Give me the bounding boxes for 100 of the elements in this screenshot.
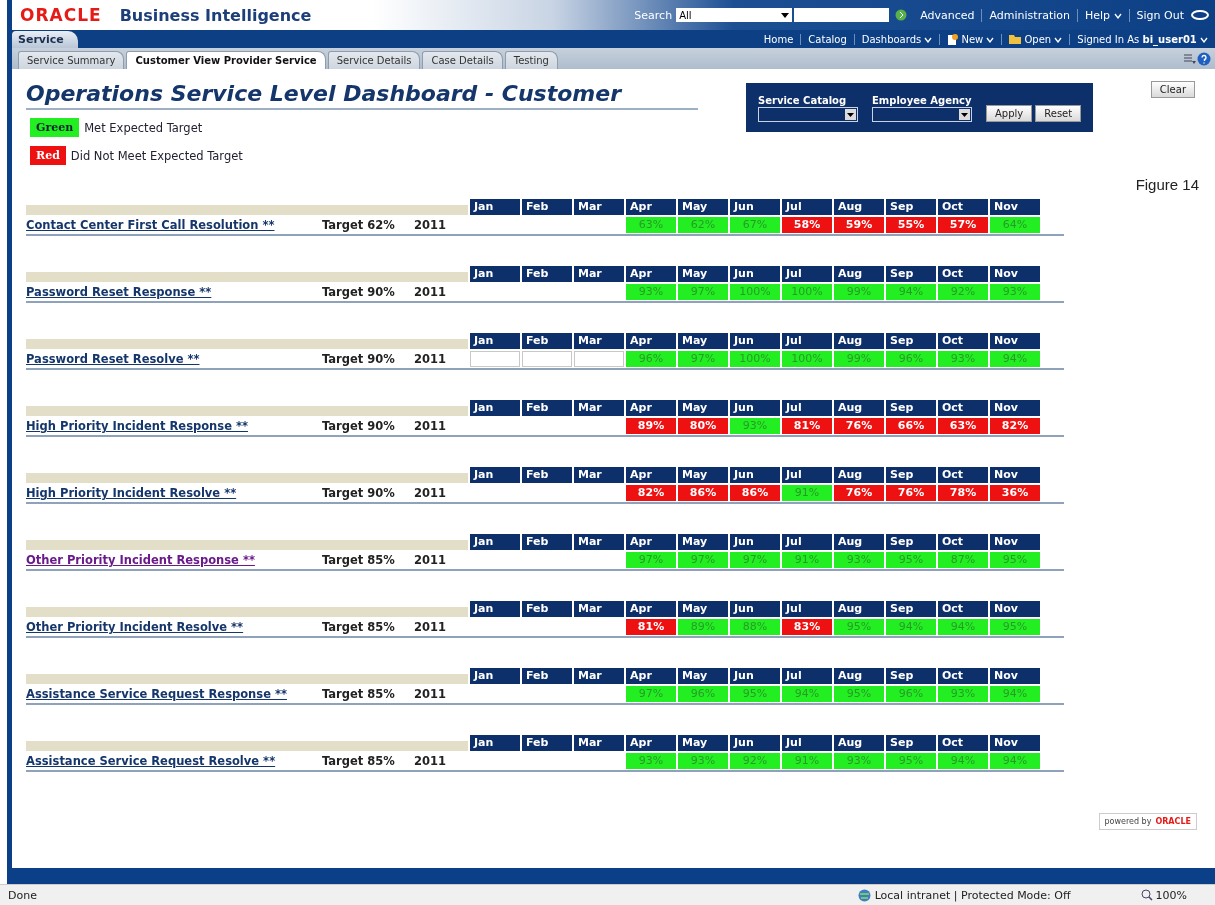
metric-link[interactable]: Contact Center First Call Resolution **	[26, 218, 322, 232]
value-cell: 94%	[886, 619, 936, 635]
month-header: Jul	[782, 266, 832, 282]
metric-link[interactable]: Password Reset Response **	[26, 285, 322, 299]
metric-link[interactable]: Assistance Service Request Resolve **	[26, 754, 322, 768]
legend-swatch: Green	[30, 118, 80, 137]
zoom-level[interactable]: 100%	[1155, 888, 1187, 902]
month-header: Sep	[886, 266, 936, 282]
year-label: 2011	[414, 553, 447, 567]
value-cell: 95%	[834, 619, 884, 635]
value-cell: 93%	[834, 753, 884, 769]
month-header: Jan	[470, 668, 520, 684]
header-link[interactable]: Help	[1077, 8, 1129, 22]
nav-link[interactable]: Dashboards	[853, 33, 940, 45]
value-cell: 66%	[886, 418, 936, 434]
header-link[interactable]: Administration	[981, 8, 1077, 22]
value-cell: 94%	[938, 619, 988, 635]
month-header: Nov	[990, 400, 1040, 416]
month-header: Jun	[730, 534, 780, 550]
month-header: Aug	[834, 534, 884, 550]
value-cell: 99%	[834, 284, 884, 300]
zoom-icon[interactable]	[1140, 889, 1153, 901]
month-header: Jun	[730, 668, 780, 684]
search-field[interactable]	[794, 8, 890, 22]
prompt-button[interactable]: Reset	[1035, 105, 1082, 122]
search-scope-select[interactable]: All	[676, 8, 793, 22]
value-cell: 82%	[990, 418, 1040, 434]
page-options-icon[interactable]	[1184, 54, 1196, 64]
metric-link[interactable]: Other Priority Incident Resolve **	[26, 620, 322, 634]
month-header: Mar	[574, 735, 624, 751]
value-cell: 82%	[626, 485, 676, 501]
metric-link[interactable]: High Priority Incident Response **	[26, 419, 322, 433]
value-cell: 95%	[886, 753, 936, 769]
clear-button[interactable]: Clear	[1150, 81, 1195, 98]
month-header: Nov	[990, 467, 1040, 483]
prompt-select[interactable]	[758, 107, 858, 122]
folder-icon	[1009, 33, 1022, 44]
page-tab[interactable]: Testing	[504, 51, 558, 69]
metric-link[interactable]: High Priority Incident Resolve **	[26, 486, 322, 500]
month-header: Jul	[782, 400, 832, 416]
year-label: 2011	[414, 754, 447, 768]
month-header: Jan	[470, 601, 520, 617]
value-cell: 95%	[990, 619, 1040, 635]
value-cell: 95%	[886, 552, 936, 568]
caret-icon	[1200, 36, 1208, 43]
year-label: 2011	[414, 486, 447, 500]
page-tab[interactable]: Case Details	[422, 51, 503, 69]
month-header: May	[678, 601, 728, 617]
metric-link[interactable]: Assistance Service Request Response **	[26, 687, 322, 701]
value-cell: 97%	[626, 552, 676, 568]
prompt-select[interactable]	[872, 107, 972, 122]
month-header: Jan	[470, 333, 520, 349]
month-header: Nov	[990, 534, 1040, 550]
header-link[interactable]: Sign Out	[1128, 8, 1191, 22]
page-tab[interactable]: Service Details	[327, 51, 421, 69]
month-header: Aug	[834, 199, 884, 215]
figure-caption: Figure 14	[1135, 176, 1199, 193]
month-header: Jul	[782, 668, 832, 684]
value-cell: 95%	[990, 552, 1040, 568]
metric-link[interactable]: Other Priority Incident Response **	[26, 553, 322, 567]
month-header: Jul	[782, 333, 832, 349]
month-header: Feb	[522, 400, 572, 416]
month-header: Feb	[522, 601, 572, 617]
nav-link[interactable]: New	[939, 33, 1002, 45]
legend-text: Did Not Meet Expected Target	[70, 148, 243, 163]
page-tab[interactable]: Service Summary	[18, 51, 125, 69]
month-header: Apr	[626, 400, 676, 416]
target-label: Target 90%	[322, 419, 396, 433]
month-header: Jul	[782, 534, 832, 550]
metric-link[interactable]: Password Reset Resolve **	[26, 352, 322, 366]
month-header: Aug	[834, 266, 884, 282]
value-cell: 100%	[730, 284, 780, 300]
month-header: May	[678, 400, 728, 416]
value-cell: 63%	[626, 217, 676, 233]
value-cell: 93%	[626, 284, 676, 300]
month-header: Feb	[522, 199, 572, 215]
target-label: Target 90%	[322, 285, 396, 299]
month-header: Sep	[886, 400, 936, 416]
value-cell: 94%	[990, 753, 1040, 769]
value-cell: 89%	[678, 619, 728, 635]
help-icon[interactable]	[1197, 52, 1211, 66]
page-tab[interactable]: Customer View Provider Service	[126, 51, 326, 69]
prompt-button[interactable]: Apply	[986, 105, 1033, 122]
month-header: Jun	[730, 467, 780, 483]
month-header: Oct	[938, 534, 988, 550]
value-cell: 78%	[938, 485, 988, 501]
oracle-logo: ORACLE	[20, 5, 102, 25]
nav-link[interactable]: Open	[1001, 33, 1070, 45]
nav-link[interactable]: Catalog	[800, 33, 854, 45]
value-cell: 97%	[678, 284, 728, 300]
month-header: Sep	[886, 534, 936, 550]
month-header: Sep	[886, 199, 936, 215]
header-link[interactable]: Advanced	[913, 8, 982, 22]
nav-link[interactable]: Home	[756, 33, 801, 45]
month-header: May	[678, 668, 728, 684]
month-header: Apr	[626, 735, 676, 751]
search-go-icon[interactable]	[895, 9, 908, 21]
month-header: Sep	[886, 735, 936, 751]
signed-in-menu[interactable]: Signed In As bi_user01	[1069, 33, 1215, 45]
dashboard-tab[interactable]: Service	[12, 31, 78, 48]
